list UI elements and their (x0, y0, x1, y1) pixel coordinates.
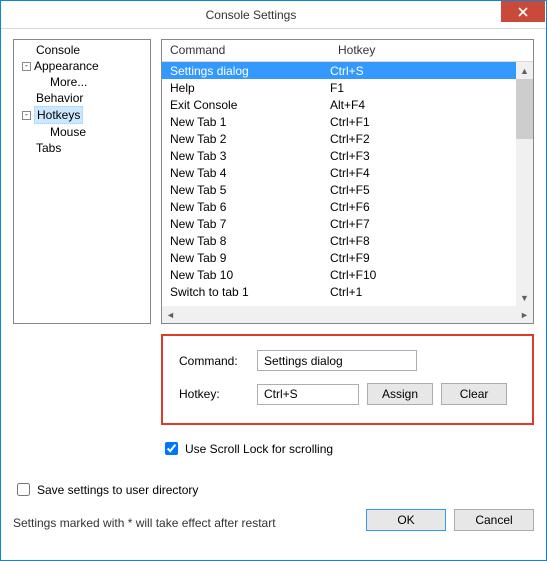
tree-label: Behavior (36, 90, 83, 106)
list-cell-command: Exit Console (170, 98, 330, 112)
collapse-icon[interactable]: - (22, 111, 31, 120)
list-cell-command: New Tab 3 (170, 149, 330, 163)
tree-label: Appearance (34, 58, 99, 74)
scrolllock-label[interactable]: Use Scroll Lock for scrolling (185, 442, 333, 456)
list-cell-hotkey: Alt+F4 (330, 98, 516, 112)
list-row[interactable]: New Tab 7Ctrl+F7 (162, 215, 516, 232)
list-cell-command: New Tab 9 (170, 251, 330, 265)
list-cell-hotkey: Ctrl+S (330, 64, 516, 78)
list-cell-hotkey: F1 (330, 81, 516, 95)
scroll-track[interactable] (516, 79, 533, 289)
list-cell-command: Switch to tab 1 (170, 285, 330, 299)
ok-button[interactable]: OK (366, 509, 446, 531)
list-row[interactable]: New Tab 3Ctrl+F3 (162, 147, 516, 164)
assign-button[interactable]: Assign (367, 383, 433, 405)
tree-label: Hotkeys (34, 106, 83, 124)
list-row[interactable]: New Tab 5Ctrl+F5 (162, 181, 516, 198)
horizontal-scrollbar[interactable]: ◄ ► (162, 306, 533, 323)
hotkey-label: Hotkey: (179, 387, 249, 401)
clear-button[interactable]: Clear (441, 383, 507, 405)
list-cell-hotkey: Ctrl+F3 (330, 149, 516, 163)
scrolllock-option: Use Scroll Lock for scrolling (161, 439, 534, 458)
list-cell-hotkey: Ctrl+F7 (330, 217, 516, 231)
list-row[interactable]: New Tab 2Ctrl+F2 (162, 130, 516, 147)
scrolllock-checkbox[interactable] (165, 442, 178, 455)
hotkey-list: Command Hotkey Settings dialogCtrl+SHelp… (161, 39, 534, 324)
list-cell-hotkey: Ctrl+F4 (330, 166, 516, 180)
console-settings-dialog: Console Settings Console - (0, 0, 547, 561)
list-cell-hotkey: Ctrl+F2 (330, 132, 516, 146)
command-input[interactable] (257, 350, 417, 371)
list-cell-command: New Tab 4 (170, 166, 330, 180)
tree-item-hotkeys[interactable]: - Hotkeys (20, 106, 150, 124)
tree-item-appearance[interactable]: - Appearance (20, 58, 150, 74)
tree-label: Console (36, 42, 80, 58)
category-tree[interactable]: Console - Appearance More... (13, 39, 151, 324)
column-header-hotkey[interactable]: Hotkey (330, 40, 533, 61)
list-cell-hotkey: Ctrl+F1 (330, 115, 516, 129)
list-body[interactable]: Settings dialogCtrl+SHelpF1Exit ConsoleA… (162, 62, 516, 306)
list-cell-command: New Tab 10 (170, 268, 330, 282)
tree-item-tabs[interactable]: Tabs (20, 140, 150, 156)
cancel-button[interactable]: Cancel (454, 509, 534, 531)
tree-item-behavior[interactable]: Behavior (20, 90, 150, 106)
save-userdir-label[interactable]: Save settings to user directory (37, 483, 198, 497)
save-userdir-checkbox[interactable] (17, 483, 30, 496)
hscroll-track[interactable] (179, 306, 516, 323)
tree-label: More... (50, 74, 87, 90)
restart-note: Settings marked with * will take effect … (13, 516, 276, 530)
list-cell-command: Settings dialog (170, 64, 330, 78)
list-cell-command: New Tab 8 (170, 234, 330, 248)
list-row[interactable]: New Tab 8Ctrl+F8 (162, 232, 516, 249)
list-row[interactable]: New Tab 9Ctrl+F9 (162, 249, 516, 266)
list-cell-hotkey: Ctrl+1 (330, 285, 516, 299)
list-cell-hotkey: Ctrl+F5 (330, 183, 516, 197)
save-userdir-option: Save settings to user directory (13, 480, 534, 499)
collapse-icon[interactable]: - (22, 62, 31, 71)
list-cell-command: New Tab 7 (170, 217, 330, 231)
list-row[interactable]: Exit ConsoleAlt+F4 (162, 96, 516, 113)
tree-label: Mouse (50, 124, 86, 140)
scroll-right-icon[interactable]: ► (516, 306, 533, 323)
scroll-down-icon[interactable]: ▼ (516, 289, 533, 306)
dialog-title: Console Settings (1, 8, 501, 22)
dialog-content: Console - Appearance More... (1, 29, 546, 560)
list-row[interactable]: Settings dialogCtrl+S (162, 62, 516, 79)
tree-label: Tabs (36, 140, 61, 156)
scroll-left-icon[interactable]: ◄ (162, 306, 179, 323)
vertical-scrollbar[interactable]: ▲ ▼ (516, 62, 533, 306)
tree-item-console[interactable]: Console (20, 42, 150, 58)
column-header-command[interactable]: Command (162, 40, 330, 61)
titlebar: Console Settings (1, 1, 546, 29)
scroll-thumb[interactable] (516, 79, 533, 139)
list-row[interactable]: Switch to tab 1Ctrl+1 (162, 283, 516, 300)
list-cell-hotkey: Ctrl+F8 (330, 234, 516, 248)
list-cell-hotkey: Ctrl+F10 (330, 268, 516, 282)
close-button[interactable] (501, 1, 545, 22)
list-cell-command: New Tab 2 (170, 132, 330, 146)
tree-item-more[interactable]: More... (48, 74, 150, 90)
list-row[interactable]: HelpF1 (162, 79, 516, 96)
list-row[interactable]: New Tab 4Ctrl+F4 (162, 164, 516, 181)
list-header: Command Hotkey (162, 40, 533, 62)
hotkey-editor-group: Command: Hotkey: Assign Clear (161, 334, 534, 425)
list-row[interactable]: New Tab 10Ctrl+F10 (162, 266, 516, 283)
command-label: Command: (179, 354, 249, 368)
list-cell-hotkey: Ctrl+F9 (330, 251, 516, 265)
list-cell-hotkey: Ctrl+F6 (330, 200, 516, 214)
list-cell-command: New Tab 5 (170, 183, 330, 197)
tree-item-mouse[interactable]: Mouse (48, 124, 150, 140)
list-cell-command: New Tab 1 (170, 115, 330, 129)
close-icon (518, 7, 528, 17)
list-row[interactable]: New Tab 1Ctrl+F1 (162, 113, 516, 130)
hotkey-input[interactable] (257, 384, 359, 405)
list-cell-command: New Tab 6 (170, 200, 330, 214)
list-cell-command: Help (170, 81, 330, 95)
list-row[interactable]: New Tab 6Ctrl+F6 (162, 198, 516, 215)
scroll-up-icon[interactable]: ▲ (516, 62, 533, 79)
